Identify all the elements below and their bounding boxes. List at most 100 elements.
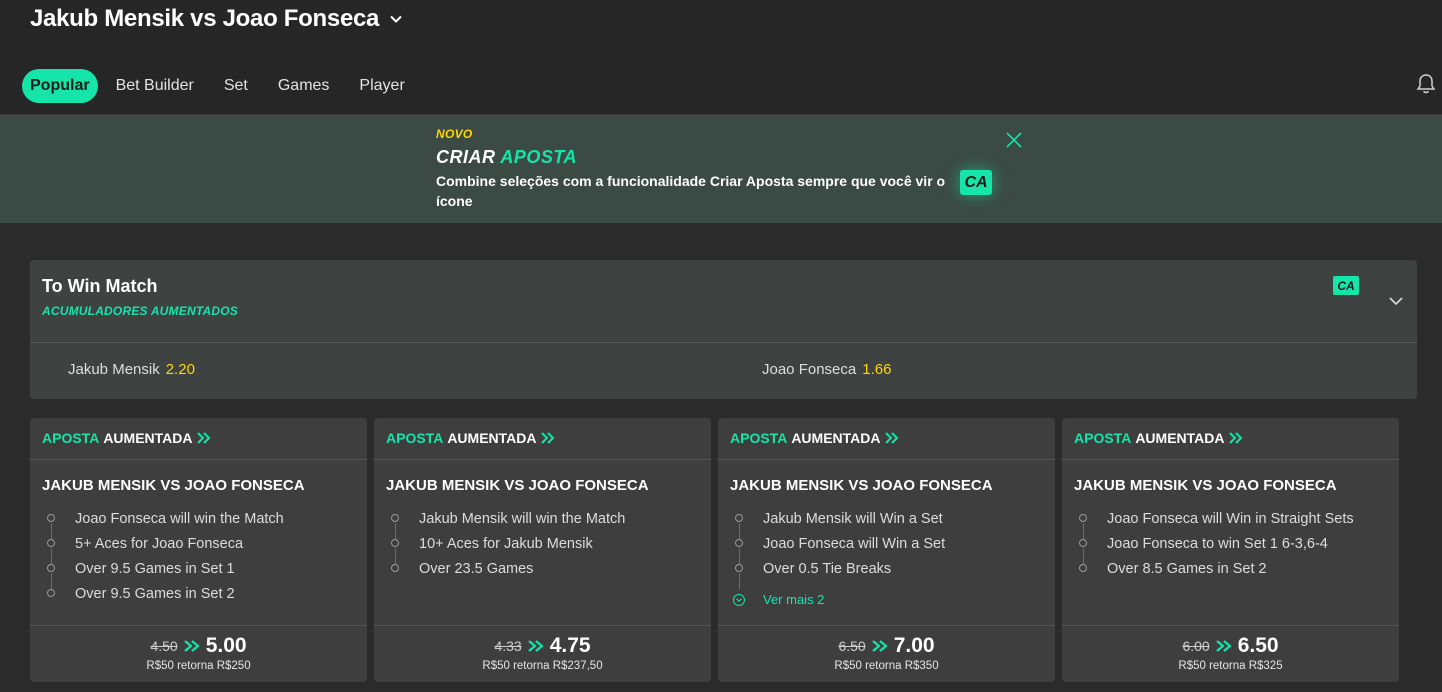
bet-builder-badge: CA	[960, 170, 992, 195]
bet-leg: Jakub Mensik will win the Match	[386, 506, 706, 539]
boosted-bet-card[interactable]: APOSTA AUMENTADA JAKUB MENSIK VS JOAO FO…	[30, 418, 367, 682]
leg-text: Over 9.5 Games in Set 1	[75, 560, 235, 577]
match-selector[interactable]: Jakub Mensik vs Joao Fonseca	[30, 4, 403, 34]
divider	[1062, 625, 1399, 626]
selection-jakub-mensik[interactable]: Jakub Mensik 2.20	[68, 361, 195, 378]
double-chevron-icon	[196, 432, 210, 444]
old-odds: 4.50	[150, 638, 178, 654]
bet-leg: Over 9.5 Games in Set 1	[42, 556, 362, 589]
divider	[1062, 459, 1399, 460]
boosted-odds[interactable]: 4.33 4.75	[374, 634, 711, 658]
boost-tag: APOSTA AUMENTADA	[386, 430, 555, 446]
leg-dot-icon	[47, 589, 55, 597]
close-icon[interactable]	[1005, 131, 1023, 149]
promo-title-green: APOSTA	[500, 147, 578, 167]
leg-dot-icon	[735, 514, 743, 522]
bet-leg: Joao Fonseca to win Set 1 6-3,6-4	[1074, 531, 1394, 564]
bet-leg: 10+ Aces for Jakub Mensik	[386, 531, 706, 564]
double-chevron-icon	[1228, 432, 1242, 444]
leg-text: Over 8.5 Games in Set 2	[1107, 560, 1267, 577]
bet-leg: Joao Fonseca will win the Match	[42, 506, 362, 539]
divider	[374, 625, 711, 626]
boosted-odds[interactable]: 6.00 6.50	[1062, 634, 1399, 658]
boost-tag-white: AUMENTADA	[447, 430, 537, 446]
old-odds: 6.00	[1182, 638, 1210, 654]
divider	[30, 625, 367, 626]
boost-tag-white: AUMENTADA	[791, 430, 881, 446]
boost-tag: APOSTA AUMENTADA	[1074, 430, 1243, 446]
leg-text: 10+ Aces for Jakub Mensik	[419, 535, 593, 552]
divider	[30, 342, 1417, 343]
tab-popular[interactable]: Popular	[22, 69, 98, 103]
leg-text: Joao Fonseca to win Set 1 6-3,6-4	[1107, 535, 1328, 552]
boost-tag-green: APOSTA	[42, 430, 100, 446]
leg-dot-icon	[391, 514, 399, 522]
promo-title-white: CRIAR	[436, 147, 496, 167]
leg-dot-icon	[735, 564, 743, 572]
selection-odds: 1.66	[862, 361, 892, 378]
boosted-odds[interactable]: 6.50 7.00	[718, 634, 1055, 658]
boost-tag-green: APOSTA	[1074, 430, 1132, 446]
divider	[718, 459, 1055, 460]
potential-return: R$50 retorna R$350	[834, 660, 939, 672]
boost-tag: APOSTA AUMENTADA	[42, 430, 211, 446]
event-name: JAKUB MENSIK VS JOAO FONSECA	[730, 477, 993, 494]
leg-dot-icon	[47, 564, 55, 572]
double-chevron-icon	[540, 432, 554, 444]
boost-tag-white: AUMENTADA	[1135, 430, 1225, 446]
double-chevron-icon	[1215, 640, 1232, 652]
potential-return: R$50 retorna R$237,50	[482, 660, 603, 672]
divider	[374, 459, 711, 460]
chevron-down-icon[interactable]	[1388, 293, 1404, 309]
bet-leg: Over 23.5 Games	[386, 556, 706, 581]
boost-tag-green: APOSTA	[386, 430, 444, 446]
double-chevron-icon	[884, 432, 898, 444]
leg-dot-icon	[391, 539, 399, 547]
bell-icon[interactable]	[1416, 73, 1436, 95]
tab-set[interactable]: Set	[216, 69, 256, 103]
potential-return: R$50 retorna R$250	[146, 660, 251, 672]
bet-leg: Joao Fonseca will Win a Set	[730, 531, 1050, 564]
leg-dot-icon	[1079, 564, 1087, 572]
tab-player[interactable]: Player	[351, 69, 412, 103]
leg-text: Joao Fonseca will Win a Set	[763, 535, 946, 552]
bet-builder-promo-banner: NOVO CRIAR APOSTA Combine seleções com a…	[0, 115, 1442, 223]
boosted-bet-card[interactable]: APOSTA AUMENTADA JAKUB MENSIK VS JOAO FO…	[1062, 418, 1399, 682]
to-win-match-market: To Win Match ACUMULADORES AUMENTADOS CA …	[30, 260, 1417, 399]
see-more-legs[interactable]: Ver mais 2	[730, 587, 1050, 612]
leg-dot-icon	[1079, 514, 1087, 522]
event-name: JAKUB MENSIK VS JOAO FONSECA	[1074, 477, 1337, 494]
bet-legs: Joao Fonseca will win the Match 5+ Aces …	[42, 506, 362, 606]
bet-leg: Jakub Mensik will Win a Set	[730, 506, 1050, 539]
bet-leg: Over 8.5 Games in Set 2	[1074, 556, 1394, 581]
leg-dot-icon	[47, 539, 55, 547]
boosted-bet-card[interactable]: APOSTA AUMENTADA JAKUB MENSIK VS JOAO FO…	[374, 418, 711, 682]
leg-text: Jakub Mensik will Win a Set	[763, 510, 943, 527]
market-title: To Win Match	[42, 276, 158, 296]
selection-joao-fonseca[interactable]: Joao Fonseca 1.66	[762, 361, 891, 378]
match-title: Jakub Mensik vs Joao Fonseca	[30, 5, 380, 32]
bet-leg: Joao Fonseca will Win in Straight Sets	[1074, 506, 1394, 539]
tab-bet-builder[interactable]: Bet Builder	[108, 69, 202, 103]
potential-return: R$50 retorna R$325	[1178, 660, 1283, 672]
chevron-down-circle-icon	[733, 594, 745, 606]
new-odds: 5.00	[205, 634, 247, 657]
leg-text: Jakub Mensik will win the Match	[419, 510, 626, 527]
boosted-odds[interactable]: 4.50 5.00	[30, 634, 367, 658]
divider	[718, 625, 1055, 626]
double-chevron-icon	[183, 640, 200, 652]
promo-title: CRIAR APOSTA	[436, 147, 577, 168]
tab-games[interactable]: Games	[270, 69, 338, 103]
top-bar: Jakub Mensik vs Joao Fonseca Popular Bet…	[0, 0, 1442, 115]
boost-tag: APOSTA AUMENTADA	[730, 430, 899, 446]
market-subtitle: ACUMULADORES AUMENTADOS	[42, 304, 238, 318]
divider	[30, 459, 367, 460]
chevron-down-icon	[390, 15, 402, 23]
new-tag: NOVO	[436, 127, 473, 141]
event-name: JAKUB MENSIK VS JOAO FONSECA	[386, 477, 649, 494]
boosted-bet-card[interactable]: APOSTA AUMENTADA JAKUB MENSIK VS JOAO FO…	[718, 418, 1055, 682]
selection-name: Joao Fonseca	[762, 361, 857, 378]
new-odds: 4.75	[549, 634, 591, 657]
leg-dot-icon	[1079, 539, 1087, 547]
old-odds: 6.50	[838, 638, 866, 654]
